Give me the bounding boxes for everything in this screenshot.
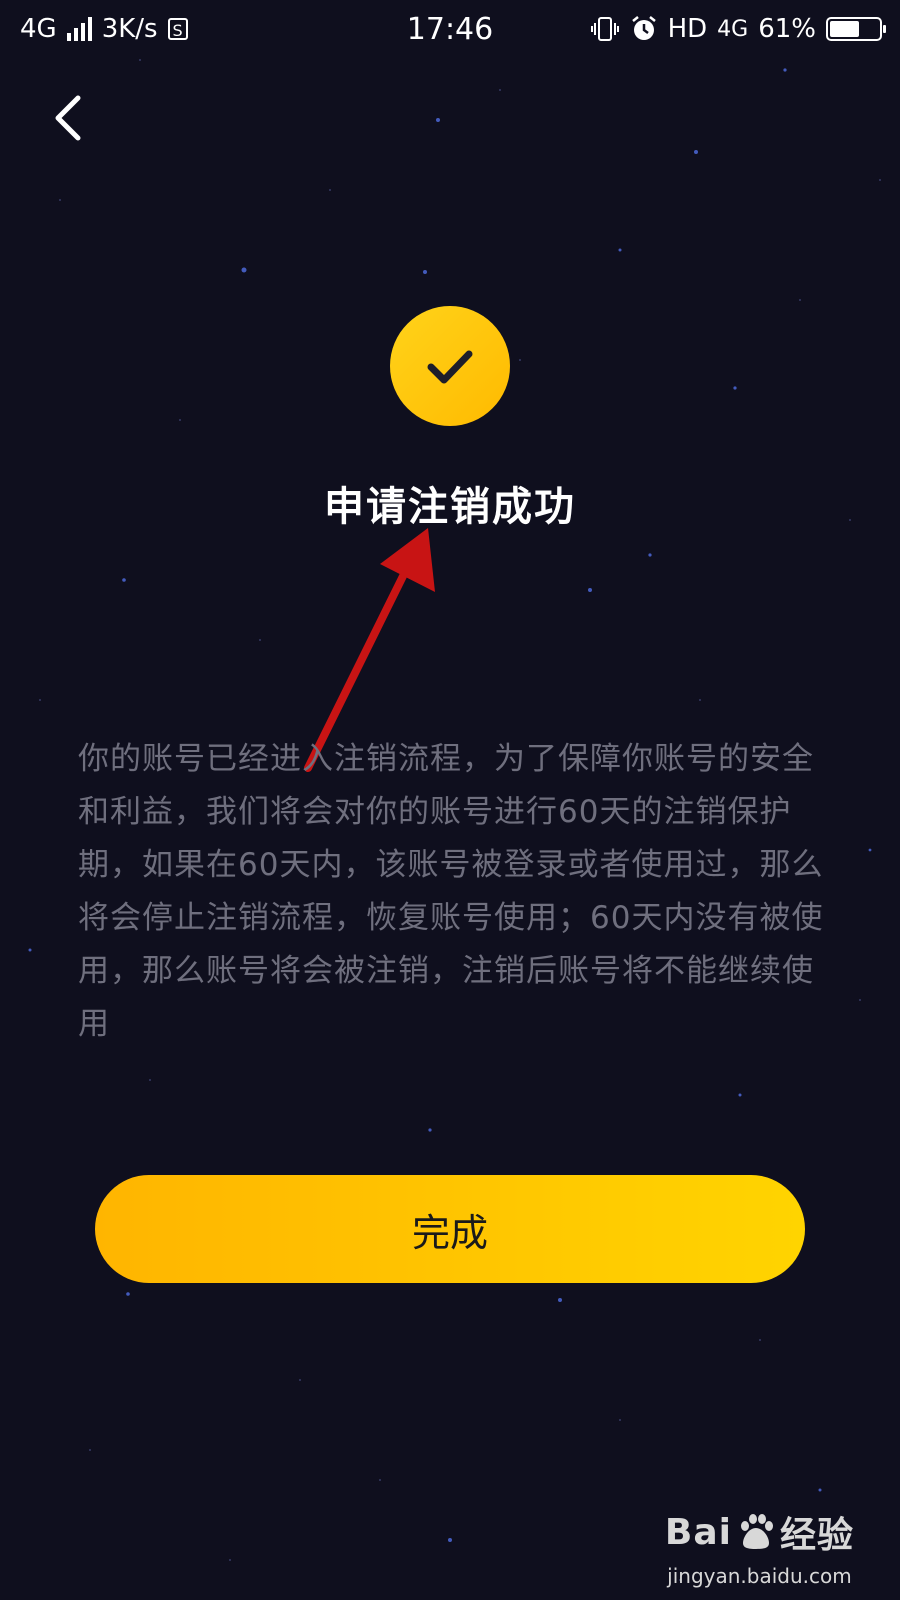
checkmark-icon	[427, 350, 473, 384]
status-bar: 4G 3K/s S 17:46 HD 4G 61%	[0, 0, 900, 62]
success-badge	[390, 306, 510, 426]
paw-logo-icon	[740, 1514, 773, 1549]
baidu-jingyan-watermark: Bai 经验 jingyan.baidu.com	[664, 1506, 854, 1589]
vibrate-icon	[590, 17, 619, 41]
back-button[interactable]	[40, 86, 100, 150]
watermark-brand-right: 经验	[779, 1515, 854, 1556]
battery-percent: 61%	[758, 14, 816, 44]
network-type-label-right: 4G	[717, 16, 749, 42]
battery-fill	[830, 21, 859, 37]
chevron-left-icon	[55, 95, 81, 141]
watermark-url: jingyan.baidu.com	[667, 1564, 852, 1588]
hd-label: HD	[667, 14, 708, 44]
status-bar-right: HD 4G 61%	[590, 14, 886, 44]
description-text: 你的账号已经进入注销流程，为了保障你账号的安全和利益，我们将会对你的账号进行60…	[78, 741, 824, 1042]
watermark-brand-left: Bai	[664, 1511, 732, 1553]
done-button[interactable]: 完成	[95, 1175, 805, 1283]
battery-icon	[826, 17, 886, 41]
alarm-clock-icon	[631, 16, 656, 40]
page-title: 申请注销成功	[324, 484, 576, 530]
